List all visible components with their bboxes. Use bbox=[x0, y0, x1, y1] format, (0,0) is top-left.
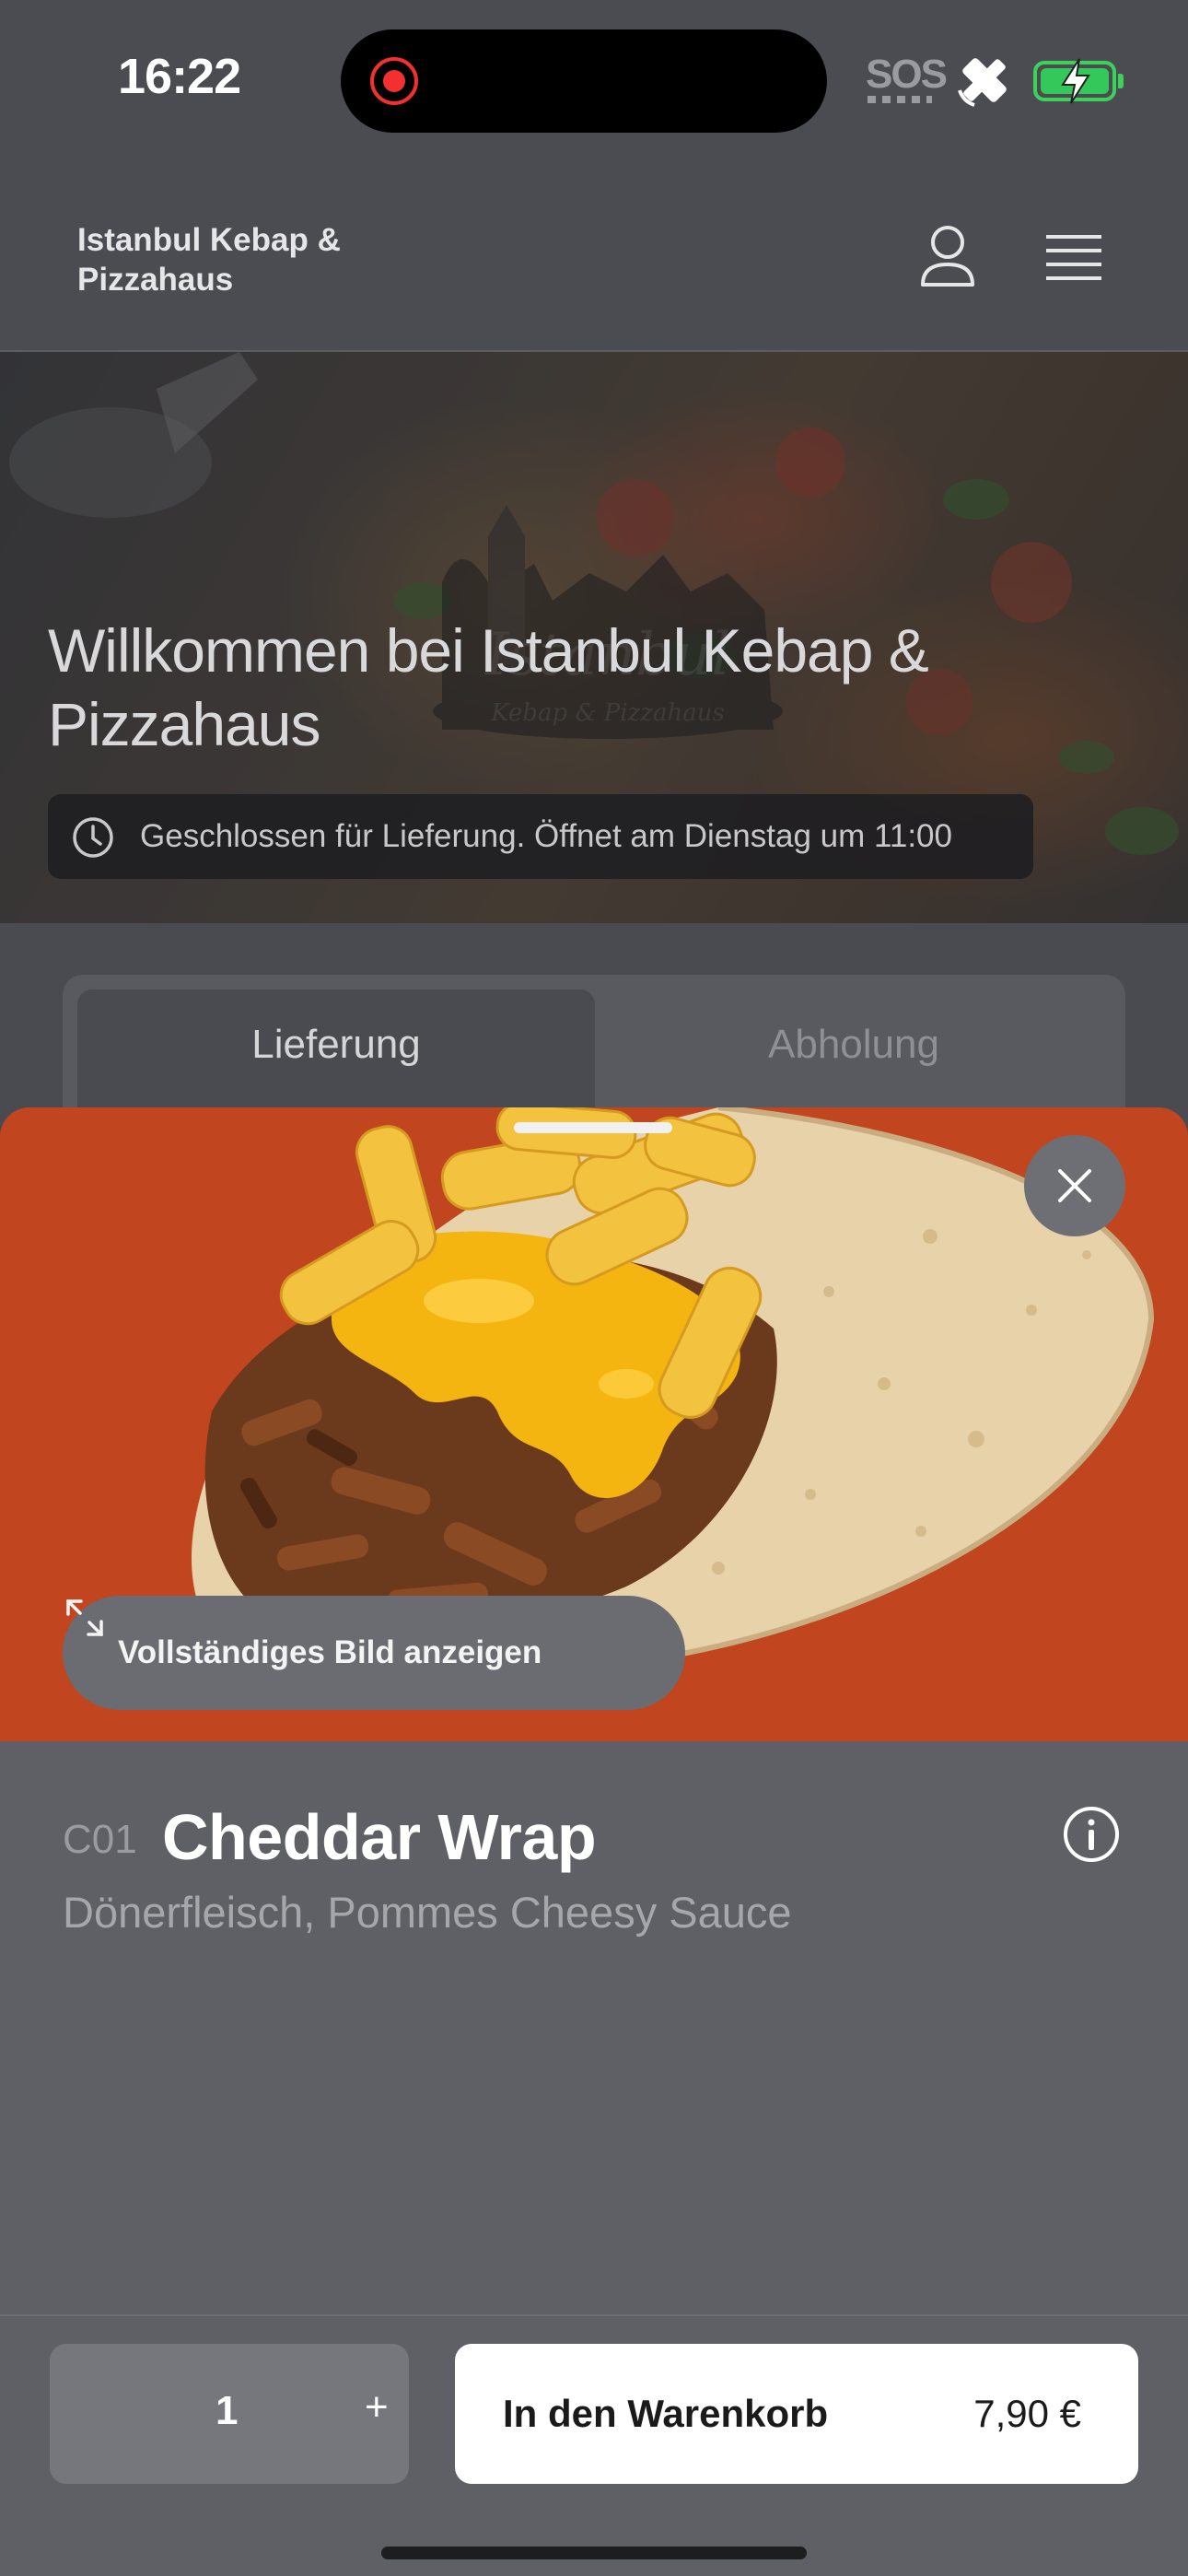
product-image: Vollständiges Bild anzeigen bbox=[0, 1107, 1188, 1741]
dynamic-island bbox=[341, 29, 827, 133]
battery-tip bbox=[1118, 74, 1124, 88]
hero-banner: Istanbul Kebap & Pizzahaus Willkommen be… bbox=[0, 352, 1188, 923]
expand-icon bbox=[66, 1599, 103, 1636]
quantity-value: 1 bbox=[215, 2388, 239, 2433]
add-to-cart-button[interactable]: In den Warenkorb 7,90 € bbox=[455, 2344, 1138, 2484]
opening-hours-notice: Geschlossen für Lieferung. Öffnet am Die… bbox=[48, 794, 1033, 879]
increase-quantity-button[interactable]: + bbox=[365, 2384, 389, 2430]
product-code: C01 bbox=[63, 1817, 137, 1862]
restaurant-brand[interactable]: Istanbul Kebap & Pizzahaus bbox=[77, 220, 409, 299]
product-name: Cheddar Wrap bbox=[162, 1801, 597, 1873]
home-indicator[interactable] bbox=[381, 2547, 807, 2559]
sheet-grabber[interactable] bbox=[514, 1122, 672, 1133]
recording-indicator-icon bbox=[370, 57, 418, 105]
quantity-stepper[interactable]: 1 + bbox=[50, 2344, 409, 2484]
satellite-icon bbox=[958, 58, 1007, 107]
close-button[interactable] bbox=[1024, 1135, 1125, 1236]
welcome-title: Willkommen bei Istanbul Kebap & Pizzahau… bbox=[48, 616, 929, 758]
info-icon[interactable] bbox=[1063, 1806, 1120, 1863]
menu-icon[interactable] bbox=[1044, 233, 1103, 281]
status-bar: 16:22 SOS bbox=[0, 0, 1188, 161]
sos-indicator: SOS bbox=[866, 52, 948, 97]
tab-delivery[interactable]: Lieferung bbox=[77, 989, 595, 1113]
product-description: Dönerfleisch, Pommes Cheesy Sauce bbox=[63, 1888, 792, 1937]
tab-pickup[interactable]: Abholung bbox=[595, 989, 1112, 1113]
view-full-image-label: Vollständiges Bild anzeigen bbox=[118, 1634, 542, 1670]
order-type-tabs: Lieferung Abholung bbox=[63, 975, 1125, 1113]
close-icon bbox=[1058, 1169, 1091, 1202]
view-full-image-button[interactable]: Vollständiges Bild anzeigen bbox=[63, 1596, 685, 1710]
user-icon[interactable] bbox=[917, 224, 978, 290]
status-time: 16:22 bbox=[118, 49, 241, 104]
charging-bolt-icon bbox=[1061, 58, 1090, 104]
app-header: Istanbul Kebap & Pizzahaus bbox=[0, 161, 1188, 352]
clock-icon bbox=[73, 817, 113, 858]
sos-signal-dots bbox=[868, 96, 932, 103]
order-bar: 1 + In den Warenkorb 7,90 € bbox=[0, 2314, 1188, 2576]
add-to-cart-label: In den Warenkorb bbox=[503, 2392, 829, 2435]
product-price: 7,90 € bbox=[973, 2392, 1081, 2435]
opening-hours-text: Geschlossen für Lieferung. Öffnet am Die… bbox=[140, 818, 952, 854]
